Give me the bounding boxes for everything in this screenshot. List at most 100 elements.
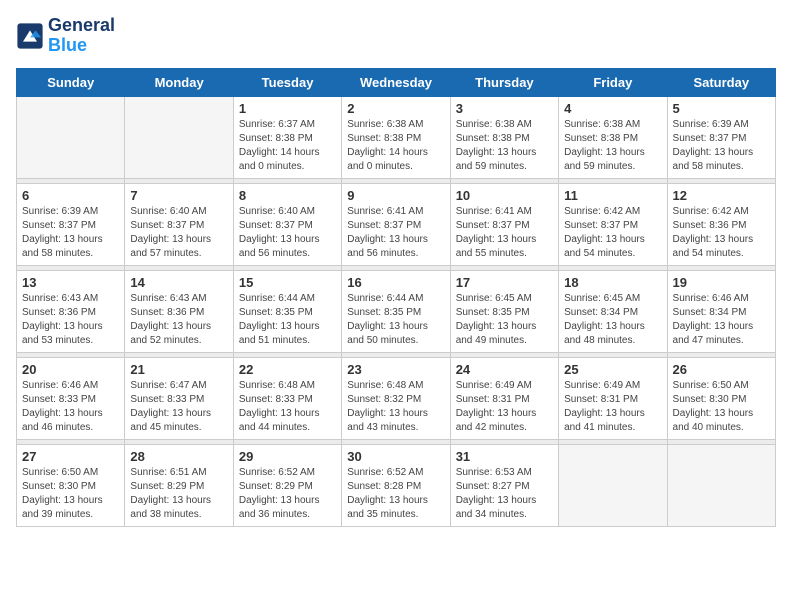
calendar-cell: 6Sunrise: 6:39 AM Sunset: 8:37 PM Daylig… xyxy=(17,183,125,265)
day-info: Sunrise: 6:50 AM Sunset: 8:30 PM Dayligh… xyxy=(673,379,770,435)
calendar-cell: 3 Sunrise: 6:38 AM Sunset: 8:38 PM Daylig… xyxy=(450,96,558,178)
day-number: 2 xyxy=(347,101,444,116)
day-number: 3 xyxy=(456,101,553,116)
weekday-header: Sunday xyxy=(17,68,125,96)
calendar-cell xyxy=(667,444,775,526)
calendar-cell: 26 Sunrise: 6:50 AM Sunset: 8:30 PM Dayli… xyxy=(667,357,775,439)
day-number: 9 xyxy=(347,188,444,203)
day-number: 25 xyxy=(564,362,661,377)
calendar-cell: 1Sunrise: 6:37 AM Sunset: 8:38 PM Daylig… xyxy=(233,96,341,178)
day-info: Sunrise: 6:52 AM Sunset: 8:28 PM Dayligh… xyxy=(347,466,444,522)
calendar-week-row: 1Sunrise: 6:37 AM Sunset: 8:38 PM Daylig… xyxy=(17,96,776,178)
day-number: 26 xyxy=(673,362,770,377)
day-number: 24 xyxy=(456,362,553,377)
day-number: 4 xyxy=(564,101,661,116)
day-number: 14 xyxy=(130,275,227,290)
calendar-week-row: 27 Sunrise: 6:50 AM Sunset: 8:30 PM Dayli… xyxy=(17,444,776,526)
calendar-cell: 23Sunrise: 6:48 AM Sunset: 8:32 PM Dayli… xyxy=(342,357,450,439)
day-info: Sunrise: 6:38 AM Sunset: 8:38 PM Dayligh… xyxy=(347,118,444,174)
day-number: 21 xyxy=(130,362,227,377)
day-info: Sunrise: 6:41 AM Sunset: 8:37 PM Dayligh… xyxy=(456,205,553,261)
day-number: 1 xyxy=(239,101,336,116)
calendar-cell: 17 Sunrise: 6:45 AM Sunset: 8:35 PM Dayli… xyxy=(450,270,558,352)
calendar-cell: 29 Sunrise: 6:52 AM Sunset: 8:29 PM Dayli… xyxy=(233,444,341,526)
day-number: 27 xyxy=(22,449,119,464)
day-number: 19 xyxy=(673,275,770,290)
day-number: 20 xyxy=(22,362,119,377)
calendar-cell: 21Sunrise: 6:47 AM Sunset: 8:33 PM Dayli… xyxy=(125,357,233,439)
day-number: 11 xyxy=(564,188,661,203)
weekday-header: Saturday xyxy=(667,68,775,96)
calendar-cell: 25 Sunrise: 6:49 AM Sunset: 8:31 PM Dayli… xyxy=(559,357,667,439)
day-info: Sunrise: 6:43 AM Sunset: 8:36 PM Dayligh… xyxy=(130,292,227,348)
calendar-cell: 7Sunrise: 6:40 AM Sunset: 8:37 PM Daylig… xyxy=(125,183,233,265)
day-info: Sunrise: 6:38 AM Sunset: 8:38 PM Dayligh… xyxy=(564,118,661,174)
weekday-header-row: SundayMondayTuesdayWednesdayThursdayFrid… xyxy=(17,68,776,96)
day-info: Sunrise: 6:38 AM Sunset: 8:38 PM Dayligh… xyxy=(456,118,553,174)
day-info: Sunrise: 6:44 AM Sunset: 8:35 PM Dayligh… xyxy=(347,292,444,348)
day-info: Sunrise: 6:45 AM Sunset: 8:34 PM Dayligh… xyxy=(564,292,661,348)
day-info: Sunrise: 6:51 AM Sunset: 8:29 PM Dayligh… xyxy=(130,466,227,522)
calendar-cell: 11 Sunrise: 6:42 AM Sunset: 8:37 PM Dayli… xyxy=(559,183,667,265)
day-number: 29 xyxy=(239,449,336,464)
day-info: Sunrise: 6:48 AM Sunset: 8:33 PM Dayligh… xyxy=(239,379,336,435)
day-number: 8 xyxy=(239,188,336,203)
calendar-cell: 13 Sunrise: 6:43 AM Sunset: 8:36 PM Dayli… xyxy=(17,270,125,352)
day-number: 22 xyxy=(239,362,336,377)
calendar-cell: 31Sunrise: 6:53 AM Sunset: 8:27 PM Dayli… xyxy=(450,444,558,526)
weekday-header: Tuesday xyxy=(233,68,341,96)
calendar-cell: 15Sunrise: 6:44 AM Sunset: 8:35 PM Dayli… xyxy=(233,270,341,352)
calendar-cell xyxy=(125,96,233,178)
calendar-cell: 2 Sunrise: 6:38 AM Sunset: 8:38 PM Daylig… xyxy=(342,96,450,178)
day-info: Sunrise: 6:42 AM Sunset: 8:36 PM Dayligh… xyxy=(673,205,770,261)
day-info: Sunrise: 6:40 AM Sunset: 8:37 PM Dayligh… xyxy=(239,205,336,261)
calendar-cell: 12Sunrise: 6:42 AM Sunset: 8:36 PM Dayli… xyxy=(667,183,775,265)
day-info: Sunrise: 6:50 AM Sunset: 8:30 PM Dayligh… xyxy=(22,466,119,522)
day-number: 15 xyxy=(239,275,336,290)
day-info: Sunrise: 6:45 AM Sunset: 8:35 PM Dayligh… xyxy=(456,292,553,348)
day-info: Sunrise: 6:42 AM Sunset: 8:37 PM Dayligh… xyxy=(564,205,661,261)
calendar-cell: 30Sunrise: 6:52 AM Sunset: 8:28 PM Dayli… xyxy=(342,444,450,526)
logo-icon xyxy=(16,22,44,50)
calendar-cell: 14 Sunrise: 6:43 AM Sunset: 8:36 PM Dayli… xyxy=(125,270,233,352)
day-info: Sunrise: 6:46 AM Sunset: 8:33 PM Dayligh… xyxy=(22,379,119,435)
calendar-cell: 18 Sunrise: 6:45 AM Sunset: 8:34 PM Dayli… xyxy=(559,270,667,352)
day-info: Sunrise: 6:49 AM Sunset: 8:31 PM Dayligh… xyxy=(564,379,661,435)
day-info: Sunrise: 6:43 AM Sunset: 8:36 PM Dayligh… xyxy=(22,292,119,348)
day-number: 28 xyxy=(130,449,227,464)
day-number: 18 xyxy=(564,275,661,290)
logo: General Blue xyxy=(16,16,115,56)
day-number: 16 xyxy=(347,275,444,290)
day-info: Sunrise: 6:49 AM Sunset: 8:31 PM Dayligh… xyxy=(456,379,553,435)
day-info: Sunrise: 6:52 AM Sunset: 8:29 PM Dayligh… xyxy=(239,466,336,522)
calendar-cell xyxy=(559,444,667,526)
calendar-cell: 8 Sunrise: 6:40 AM Sunset: 8:37 PM Daylig… xyxy=(233,183,341,265)
calendar-week-row: 6Sunrise: 6:39 AM Sunset: 8:37 PM Daylig… xyxy=(17,183,776,265)
calendar-cell: 20 Sunrise: 6:46 AM Sunset: 8:33 PM Dayli… xyxy=(17,357,125,439)
day-number: 10 xyxy=(456,188,553,203)
day-number: 17 xyxy=(456,275,553,290)
calendar-cell xyxy=(17,96,125,178)
calendar: SundayMondayTuesdayWednesdayThursdayFrid… xyxy=(16,68,776,527)
page-header: General Blue xyxy=(16,16,776,56)
calendar-cell: 10 Sunrise: 6:41 AM Sunset: 8:37 PM Dayli… xyxy=(450,183,558,265)
day-number: 7 xyxy=(130,188,227,203)
weekday-header: Wednesday xyxy=(342,68,450,96)
calendar-cell: 5Sunrise: 6:39 AM Sunset: 8:37 PM Daylig… xyxy=(667,96,775,178)
calendar-cell: 19 Sunrise: 6:46 AM Sunset: 8:34 PM Dayli… xyxy=(667,270,775,352)
calendar-cell: 28 Sunrise: 6:51 AM Sunset: 8:29 PM Dayli… xyxy=(125,444,233,526)
day-info: Sunrise: 6:46 AM Sunset: 8:34 PM Dayligh… xyxy=(673,292,770,348)
calendar-week-row: 20 Sunrise: 6:46 AM Sunset: 8:33 PM Dayli… xyxy=(17,357,776,439)
day-info: Sunrise: 6:39 AM Sunset: 8:37 PM Dayligh… xyxy=(22,205,119,261)
day-number: 13 xyxy=(22,275,119,290)
calendar-week-row: 13 Sunrise: 6:43 AM Sunset: 8:36 PM Dayli… xyxy=(17,270,776,352)
logo-line1: General xyxy=(48,16,115,36)
calendar-cell: 9Sunrise: 6:41 AM Sunset: 8:37 PM Daylig… xyxy=(342,183,450,265)
weekday-header: Monday xyxy=(125,68,233,96)
day-info: Sunrise: 6:39 AM Sunset: 8:37 PM Dayligh… xyxy=(673,118,770,174)
day-info: Sunrise: 6:53 AM Sunset: 8:27 PM Dayligh… xyxy=(456,466,553,522)
calendar-cell: 22 Sunrise: 6:48 AM Sunset: 8:33 PM Dayli… xyxy=(233,357,341,439)
calendar-cell: 24 Sunrise: 6:49 AM Sunset: 8:31 PM Dayli… xyxy=(450,357,558,439)
logo-text: General Blue xyxy=(48,16,115,56)
calendar-cell: 4 Sunrise: 6:38 AM Sunset: 8:38 PM Daylig… xyxy=(559,96,667,178)
